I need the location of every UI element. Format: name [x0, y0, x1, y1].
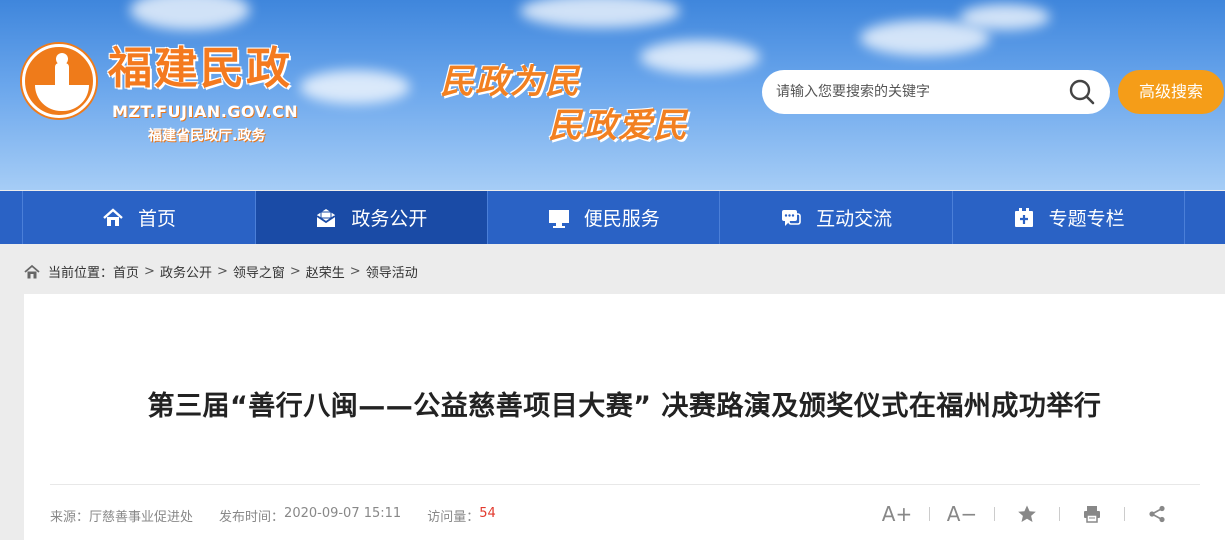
source-value: 厅慈善事业促进处	[89, 510, 194, 525]
nav-label: 互动交流	[816, 208, 893, 230]
header-banner: 福建民政 MZT.FUJIAN.GOV.CN 福建省民政厅.政务 民政为民 民政…	[0, 0, 1225, 190]
article-meta: 来源： 厅慈善事业促进处 发布时间： 2020-09-07 15:11 访问量：…	[50, 506, 496, 525]
cloud-decoration	[640, 40, 760, 74]
monitor-icon	[548, 207, 570, 229]
search-icon[interactable]	[1068, 78, 1096, 106]
breadcrumb-link[interactable]: 领导活动	[366, 262, 418, 281]
nav-label: 政务公开	[351, 208, 428, 230]
topic-icon	[1013, 207, 1035, 229]
breadcrumb-link[interactable]: 首页	[113, 262, 139, 281]
breadcrumb: 当前位置： 首页 > 政务公开 > 领导之窗 > 赵荣生 > 领导活动	[24, 262, 418, 281]
article-card: 第三届“善行八闽——公益慈善项目大赛” 决赛路演及颁奖仪式在福州成功举行 来源：…	[24, 294, 1225, 540]
slogan-2: 民政爱民	[548, 106, 688, 146]
search-box	[762, 70, 1110, 114]
main-nav: 首页 政务公开 便民服务 互动交流 专题专栏	[0, 191, 1225, 244]
site-domain: MZT.FUJIAN.GOV.CN	[112, 102, 299, 121]
site-subtitle: 福建省民政厅.政务	[148, 128, 266, 144]
share-icon[interactable]	[1140, 502, 1174, 526]
slogan-1: 民政为民	[440, 62, 580, 102]
tool-separator	[929, 507, 930, 521]
tool-separator	[1059, 507, 1060, 521]
home-icon	[102, 207, 124, 229]
nav-spacer	[0, 191, 24, 244]
breadcrumb-separator: >	[216, 264, 228, 279]
logo-hands-shape	[35, 85, 89, 111]
site-logo[interactable]	[22, 44, 96, 118]
nav-label: 便民服务	[583, 208, 660, 230]
envelope-icon	[315, 207, 337, 229]
breadcrumb-link[interactable]: 领导之窗	[233, 262, 285, 281]
nav-item-home[interactable]: 首页	[23, 191, 256, 244]
home-icon	[24, 264, 40, 280]
nav-label: 首页	[137, 208, 176, 230]
date-value: 2020-09-07 15:11	[284, 506, 402, 521]
cloud-decoration	[520, 0, 680, 28]
tool-separator	[1124, 507, 1125, 521]
print-icon[interactable]	[1075, 502, 1109, 526]
chat-icon	[780, 207, 802, 229]
nav-item-topics[interactable]: 专题专栏	[953, 191, 1186, 244]
tool-separator	[994, 507, 995, 521]
cloud-decoration	[300, 70, 410, 104]
nav-label: 专题专栏	[1048, 208, 1125, 230]
article-title: 第三届“善行八闽——公益慈善项目大赛” 决赛路演及颁奖仪式在福州成功举行	[147, 391, 1102, 422]
divider	[50, 484, 1200, 485]
article-tools: A+ A−	[880, 502, 1174, 526]
views-count: 54	[479, 506, 496, 521]
cloud-decoration	[960, 4, 1050, 30]
site-name[interactable]: 福建民政	[108, 44, 292, 94]
breadcrumb-prefix: 当前位置：	[48, 266, 114, 281]
font-smaller-button[interactable]: A−	[945, 502, 979, 526]
font-larger-button[interactable]: A+	[880, 502, 914, 526]
search-input[interactable]	[776, 70, 1066, 114]
breadcrumb-separator: >	[144, 264, 155, 279]
breadcrumb-link[interactable]: 政务公开	[160, 262, 212, 281]
star-icon[interactable]	[1010, 502, 1044, 526]
views-label: 访问量：	[427, 510, 480, 525]
nav-item-government-affairs[interactable]: 政务公开	[255, 191, 489, 244]
breadcrumb-link[interactable]: 赵荣生	[306, 262, 345, 281]
nav-item-interaction[interactable]: 互动交流	[720, 191, 953, 244]
advanced-search-button[interactable]: 高级搜索	[1118, 70, 1224, 114]
breadcrumb-separator: >	[289, 264, 301, 279]
source-label: 来源：	[50, 510, 90, 525]
date-label: 发布时间：	[219, 510, 285, 525]
nav-item-services[interactable]: 便民服务	[488, 191, 721, 244]
breadcrumb-separator: >	[349, 264, 361, 279]
cloud-decoration	[130, 0, 250, 30]
